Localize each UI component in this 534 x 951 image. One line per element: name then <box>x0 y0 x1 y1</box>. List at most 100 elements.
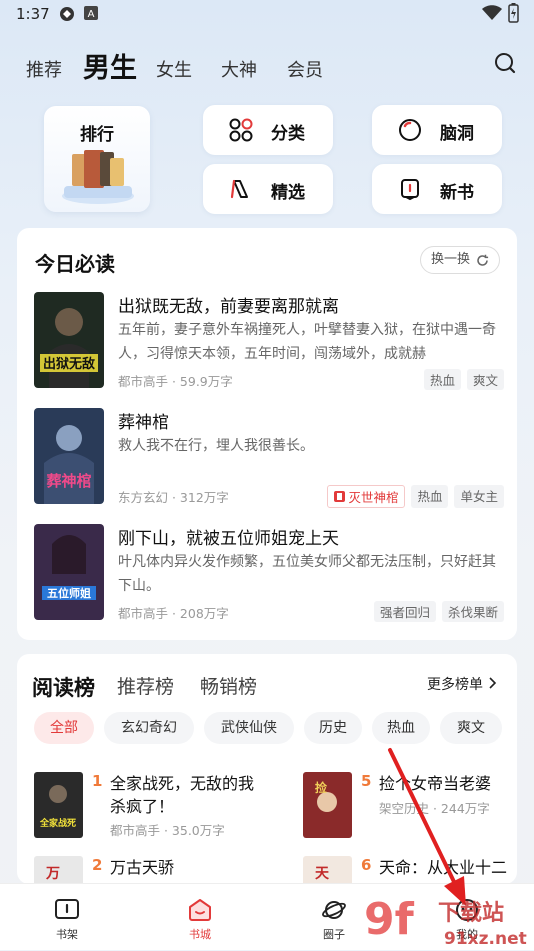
tab-male[interactable]: 男生 <box>83 46 137 85</box>
newbook-button[interactable]: 新书 <box>372 164 502 214</box>
category-label: 分类 <box>271 124 305 144</box>
ranking-number: 5 <box>361 772 372 790</box>
book-meta: 都市高手 · 208万字 <box>118 606 229 621</box>
refresh-label: 换一换 <box>431 252 471 267</box>
planet-icon <box>322 901 346 919</box>
tab-master[interactable]: 大神 <box>221 56 257 82</box>
chip-wuxia[interactable]: 武侠仙侠 <box>204 712 294 744</box>
book-title: 葬神棺 <box>118 413 169 433</box>
rank-entry[interactable]: 排行 <box>44 106 150 212</box>
book-title: 出狱既无敌，前妻要离那就离 <box>118 297 339 317</box>
book-desc: 救人我不在行，埋人我很善长。 <box>118 438 314 454</box>
app-notification-icon <box>60 7 74 21</box>
nav-bookstore-label: 书城 <box>189 928 211 941</box>
book-tag[interactable]: 单女主 <box>454 485 504 508</box>
book-meta: 都市高手 · 59.9万字 <box>118 374 233 389</box>
book-meta: 东方玄幻 · 312万字 <box>118 490 229 505</box>
annotation-arrow <box>388 748 466 906</box>
brain-button[interactable]: 脑洞 <box>372 105 502 155</box>
ranking-number: 1 <box>92 772 103 790</box>
category-button[interactable]: 分类 <box>203 105 333 155</box>
search-icon[interactable] <box>494 52 516 74</box>
ranking-title: 万古天骄 <box>110 858 175 877</box>
ranking-cover: 捡 <box>303 772 352 838</box>
svg-text:出狱无敌: 出狱无敌 <box>43 356 95 372</box>
svg-text:葬神棺: 葬神棺 <box>46 472 91 490</box>
book-item[interactable]: 五位师姐 刚下山，就被五位师姐宠上天 叶凡体内异火发作频繁，五位美女师父都无法压… <box>34 524 504 622</box>
chip-fantasy[interactable]: 玄幻奇幻 <box>104 712 194 744</box>
tab-vip[interactable]: 会员 <box>287 56 323 82</box>
book-tag[interactable]: 杀伐果断 <box>441 601 504 622</box>
svg-text:天: 天 <box>315 866 330 882</box>
book-tag[interactable]: 强者回归 <box>373 601 436 622</box>
special-tag[interactable]: 灭世神棺 <box>327 485 406 508</box>
nav-bookshelf-label: 书架 <box>56 928 78 941</box>
svg-text:全家战死: 全家战死 <box>39 817 76 829</box>
book-cover: 葬神棺 <box>34 408 104 504</box>
svg-text:91xz.net: 91xz.net <box>444 929 527 949</box>
category-grid-icon <box>229 118 253 142</box>
select-icon <box>230 179 248 199</box>
book-cover: 五位师姐 <box>34 524 104 620</box>
book-tag[interactable]: 爽文 <box>466 369 504 390</box>
select-button[interactable]: 精选 <box>203 164 333 214</box>
tab-recommend-rank[interactable]: 推荐榜 <box>117 672 174 699</box>
rank-books-illustration <box>62 150 134 204</box>
status-bar: 1:37 A <box>0 0 534 28</box>
svg-text:万: 万 <box>45 866 60 882</box>
ranking-item[interactable]: 全家战死 1 全家战死，无敌的我杀疯了！ 都市高手 · 35.0万字 <box>34 772 274 842</box>
book-item[interactable]: 葬神棺 葬神棺 救人我不在行，埋人我很善长。 东方玄幻 · 312万字 灭世神棺… <box>34 408 504 508</box>
tab-recommend[interactable]: 推荐 <box>26 56 62 82</box>
book-title: 刚下山，就被五位师姐宠上天 <box>118 529 339 549</box>
book-item[interactable]: 出狱无敌 出狱既无敌，前妻要离那就离 五年前，妻子意外车祸撞死人，叶擘替妻入狱，… <box>34 292 504 390</box>
tab-female[interactable]: 女生 <box>156 56 192 82</box>
bookshelf-icon <box>55 899 79 919</box>
ranking-title: 全家战死，无敌的我杀疯了！ <box>110 774 255 816</box>
watermark-logo: 9f 下载站 91xz.net <box>364 894 527 949</box>
svg-text:五位师姐: 五位师姐 <box>47 586 91 600</box>
chip-history[interactable]: 历史 <box>304 712 362 744</box>
book-tags: 热血 爽文 <box>423 369 504 390</box>
book-tag[interactable]: 热血 <box>423 369 461 390</box>
ranking-meta: 都市高手 · 35.0万字 <box>110 823 225 838</box>
chevron-right-icon <box>489 677 497 689</box>
svg-text:下载站: 下载站 <box>438 900 504 926</box>
rank-label: 排行 <box>80 125 114 145</box>
more-rankings-link[interactable]: 更多榜单 <box>427 674 497 694</box>
ranking-cover: 全家战死 <box>34 772 83 838</box>
wifi-icon <box>482 5 502 20</box>
book-tags: 强者回归 杀伐果断 <box>373 601 504 622</box>
svg-text:9f: 9f <box>364 894 415 945</box>
newbook-label: 新书 <box>440 183 474 203</box>
book-tags: 灭世神棺 热血 单女主 <box>327 485 504 508</box>
special-tag-label: 灭世神棺 <box>348 490 399 505</box>
book-cover: 出狱无敌 <box>34 292 104 388</box>
nav-bookshelf[interactable]: 书架 <box>27 884 107 951</box>
brain-label: 脑洞 <box>440 124 474 144</box>
ranking-number: 6 <box>361 856 372 874</box>
category-tabs: 推荐 男生 女生 大神 会员 <box>0 40 534 90</box>
book-desc: 五年前，妻子意外车祸撞死人，叶擘替妻入狱，在狱中遇一奇人，习得惊天本领，五年时间… <box>118 322 496 362</box>
more-rankings-label: 更多榜单 <box>427 677 483 693</box>
today-must-read-card: 今日必读 换一换 出狱无敌 出狱既无敌，前妻要离那就离 五年前，妻子意外车祸撞死… <box>17 228 517 640</box>
chip-all[interactable]: 全部 <box>34 712 94 744</box>
brain-circle-icon <box>399 119 421 141</box>
svg-text:捡: 捡 <box>315 780 327 795</box>
newbook-icon <box>401 179 419 201</box>
book-tag[interactable]: 热血 <box>411 485 449 508</box>
battery-icon <box>508 3 519 23</box>
tab-sales-rank[interactable]: 畅销榜 <box>200 672 257 699</box>
tab-read-rank[interactable]: 阅读榜 <box>32 672 95 702</box>
book-desc: 叶凡体内异火发作频繁，五位美女师父都无法压制，只好赶其下山。 <box>118 554 496 594</box>
bookstore-icon <box>189 899 211 921</box>
refresh-icon <box>477 254 489 266</box>
nav-bookstore[interactable]: 书城 <box>160 884 240 951</box>
svg-text:A: A <box>88 9 95 20</box>
refresh-button[interactable]: 换一换 <box>420 246 500 274</box>
a-notification-icon: A <box>84 6 98 20</box>
select-label: 精选 <box>271 183 305 203</box>
coffin-badge-icon <box>334 491 346 502</box>
status-time: 1:37 <box>16 5 50 23</box>
today-title: 今日必读 <box>35 252 115 276</box>
ranking-number: 2 <box>92 856 103 874</box>
